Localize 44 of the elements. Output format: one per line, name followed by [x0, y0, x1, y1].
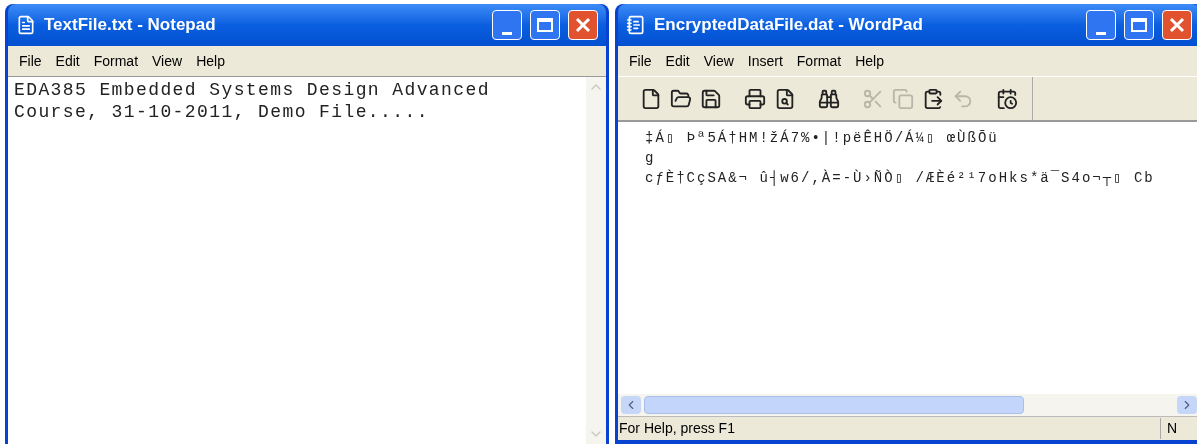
magnifier-page-icon[interactable] [774, 87, 796, 110]
status-text: For Help, press F1 [618, 419, 736, 438]
maximize-button[interactable] [1124, 10, 1154, 40]
window-title: TextFile.txt - Notepad [44, 14, 216, 37]
vertical-scrollbar[interactable] [586, 77, 606, 444]
maximize-button[interactable] [530, 10, 560, 40]
text-line: cƒÈ†CçSA&¬ û┤w6/,À=-Ù›ÑÒ▯ /ÆÈé²¹7oHks*ä¯S4o¬┬▯ Cb [645, 168, 1156, 188]
new-document-icon[interactable] [640, 87, 662, 110]
text-line: g [645, 149, 657, 168]
close-button[interactable] [568, 10, 598, 40]
menu-item[interactable]: Format [789, 50, 849, 72]
text-line: ‡Á▯ Þª5Á†HM!žÁ7%•|!pëÊHÖ/Á¼▯ œÙßÕü [645, 128, 1000, 148]
menu-item[interactable]: File [12, 50, 49, 72]
text-area[interactable]: EDA385 Embedded Systems Design Advanced Course, 31-10-2011, Demo File..... [8, 76, 606, 444]
minimize-button[interactable] [1086, 10, 1116, 40]
document-area[interactable]: ‡Á▯ Þª5Á†HM!žÁ7%•|!pëÊHÖ/Á¼▯ œÙßÕü g cƒÈ†CçSA&¬ û┤w6/,À=-Ù›ÑÒ▯ /ÆÈé²¹7oHks*ä¯S4o¬┬▯ Cb [618, 120, 1197, 394]
close-icon [575, 17, 591, 33]
document-icon [626, 15, 646, 35]
scroll-right-button[interactable] [1177, 396, 1197, 414]
menu-item[interactable]: Insert [740, 50, 790, 72]
text-line: EDA385 Embedded Systems Design Advanced [14, 79, 491, 101]
calendar-clock-icon[interactable] [996, 87, 1018, 110]
status-indicator: N [1160, 418, 1197, 439]
close-icon [1169, 17, 1185, 33]
horizontal-scrollbar[interactable] [618, 394, 1197, 416]
menu-item[interactable]: Help [848, 50, 891, 72]
menu-item[interactable]: File [622, 50, 659, 72]
scroll-left-button[interactable] [621, 396, 641, 414]
menu-item[interactable]: Help [189, 50, 232, 72]
minimize-button[interactable] [492, 10, 522, 40]
window-title: EncryptedDataFile.dat - WordPad [654, 14, 923, 37]
clipboard-icon[interactable] [922, 87, 944, 110]
menu-item[interactable]: Edit [48, 50, 87, 72]
menu-item[interactable]: Edit [658, 50, 697, 72]
close-button[interactable] [1162, 10, 1192, 40]
menu-item[interactable]: View [696, 50, 741, 72]
document-icon [16, 15, 36, 35]
binoculars-icon[interactable] [818, 87, 840, 110]
folder-icon[interactable] [670, 87, 692, 110]
scroll-thumb[interactable] [644, 396, 1024, 414]
printer-icon[interactable] [744, 87, 766, 110]
menu-item[interactable]: Format [86, 50, 146, 72]
menu-item[interactable]: View [145, 50, 190, 72]
text-line: Course, 31-10-2011, Demo File..... [14, 101, 430, 123]
